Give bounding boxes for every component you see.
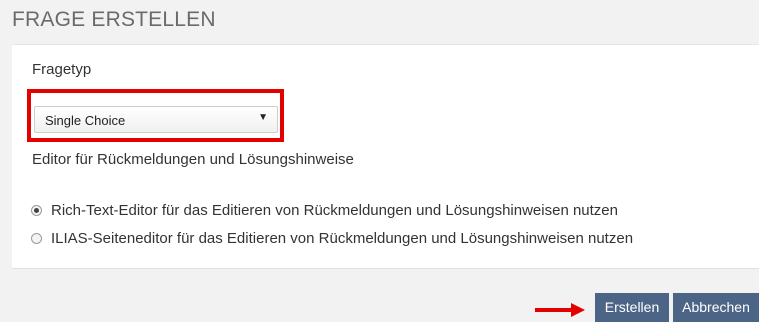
question-type-selected-value: Single Choice: [45, 113, 126, 128]
radio-rich-text-editor[interactable]: [31, 205, 42, 216]
editor-option-rich-text[interactable]: Rich-Text-Editor für das Editieren von R…: [31, 202, 618, 219]
editor-label: Editor für Rückmeldungen und Lösungshinw…: [32, 151, 354, 168]
create-question-page: FRAGE ERSTELLEN Fragetyp Single Choice ▼…: [0, 0, 759, 322]
question-type-label: Fragetyp: [32, 61, 92, 78]
page-title: FRAGE ERSTELLEN: [12, 8, 216, 31]
editor-option-ilias-page-editor[interactable]: ILIAS-Seiteneditor für das Editieren von…: [31, 230, 633, 247]
radio-ilias-page-editor[interactable]: [31, 233, 42, 244]
editor-option-label: ILIAS-Seiteneditor für das Editieren von…: [51, 230, 634, 247]
question-type-select[interactable]: Single Choice ▼: [34, 106, 278, 133]
create-button[interactable]: Erstellen: [595, 293, 669, 322]
cancel-button[interactable]: Abbrechen: [673, 293, 759, 322]
red-arrow-annotation-icon: [535, 303, 585, 317]
editor-option-label: Rich-Text-Editor für das Editieren von R…: [51, 202, 618, 219]
form-panel: Fragetyp Single Choice ▼ Editor für Rück…: [12, 44, 759, 269]
dropdown-arrow-icon: ▼: [258, 112, 268, 123]
